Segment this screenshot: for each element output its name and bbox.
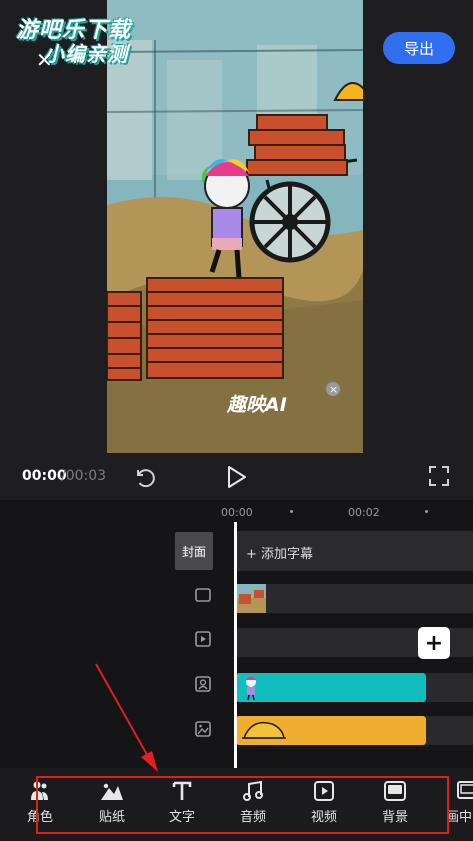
brand-watermark: 趣映AI (226, 394, 287, 416)
subtitle-track[interactable]: + 添加字幕 (236, 531, 473, 571)
timeline-panel: 00:00 00:02 封面 + 添加字幕 + (0, 500, 473, 768)
character-thumbnail (246, 676, 256, 701)
export-button[interactable]: 导出 (383, 32, 455, 64)
character-track-icon (195, 676, 211, 692)
play-icon[interactable] (224, 464, 248, 490)
video-scene: 趣映AI × (107, 0, 363, 453)
video-preview[interactable]: 趣映AI × (107, 0, 363, 453)
background-track-empty (426, 716, 473, 745)
subtitle-track-icon (195, 588, 211, 602)
undo-icon[interactable] (132, 465, 156, 489)
ruler-label-0: 00:00 (221, 506, 253, 519)
current-time: 00:00 (22, 468, 67, 484)
ruler-tick (425, 510, 428, 513)
video-clip-track[interactable] (236, 584, 473, 613)
site-watermark: 游吧乐下载 ✕ 小编亲测 (14, 12, 154, 72)
image-track-icon (195, 721, 211, 737)
video-clip-thumbnail (236, 584, 266, 613)
cover-button[interactable]: 封面 (175, 532, 213, 570)
add-subtitle-label: + 添加字幕 (246, 547, 314, 562)
tool-label: 画中 (446, 810, 473, 825)
ruler-label-1: 00:02 (348, 506, 380, 519)
total-time: /00:03 (61, 468, 107, 484)
toolbar-highlight-box (36, 776, 449, 834)
add-clip-button[interactable]: + (418, 627, 450, 659)
fullscreen-icon[interactable] (428, 465, 450, 487)
character-track-empty (426, 673, 473, 702)
brand-close-icon[interactable]: × (329, 383, 338, 396)
playhead[interactable] (234, 522, 237, 768)
background-clip[interactable] (236, 716, 426, 745)
character-clip[interactable] (236, 673, 426, 702)
playback-bar: 00:00 /00:03 (0, 453, 473, 500)
preview-area: 趣映AI × 游吧乐下载 ✕ 小编亲测 导出 (0, 0, 473, 453)
pip-icon (457, 781, 473, 799)
video-track-icon (195, 631, 211, 647)
ruler-tick (290, 510, 293, 513)
watermark-line-2: 小编亲测 (44, 42, 128, 66)
hard-hat-thumbnail (242, 721, 286, 739)
